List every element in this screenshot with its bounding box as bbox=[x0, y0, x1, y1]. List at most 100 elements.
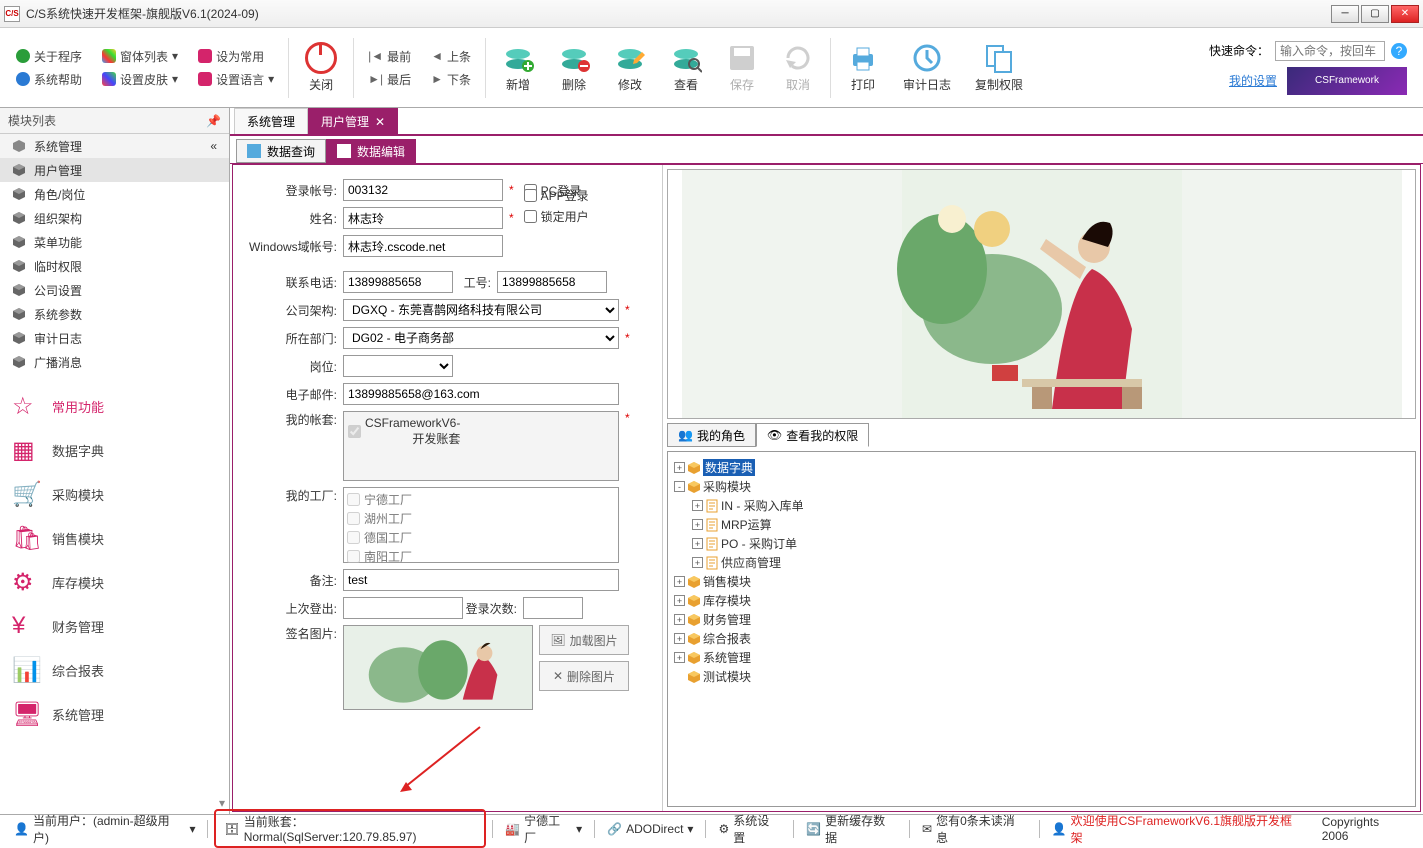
tab-sysmanage[interactable]: 系统管理 bbox=[234, 108, 308, 134]
status-syscfg[interactable]: ⚙ 系统设置 bbox=[712, 812, 787, 846]
delete-button[interactable]: 删除 bbox=[548, 38, 600, 97]
company-select[interactable]: DGXQ - 东莞喜鹊网络科技有限公司 bbox=[343, 299, 619, 321]
bignav-item[interactable]: 📊综合报表 bbox=[0, 648, 229, 692]
bignav-item[interactable]: ☆常用功能 bbox=[0, 384, 229, 428]
domain-input[interactable] bbox=[343, 235, 503, 257]
ribbon: 关于程序 系统帮助 窗体列表 ▾ 设置皮肤 ▾ 设为常用 设置语言 ▾ 关闭 |… bbox=[0, 28, 1423, 108]
mysettings-link[interactable]: 我的设置 bbox=[1229, 72, 1277, 89]
tree-node[interactable]: 测试模块 bbox=[674, 667, 1409, 686]
edit-button[interactable]: 修改 bbox=[604, 38, 656, 97]
name-input[interactable] bbox=[343, 207, 503, 229]
first-button[interactable]: |◄最前 bbox=[366, 46, 413, 67]
ck-lock[interactable]: 锁定用户 bbox=[524, 208, 624, 225]
bignav-item[interactable]: 🛍销售模块 bbox=[0, 516, 229, 560]
status-ado[interactable]: 🔗 ADODirect ▾ bbox=[601, 822, 699, 836]
status-user[interactable]: 👤 当前用户：(admin-超级用户) ▾ bbox=[8, 812, 201, 846]
about-button[interactable]: 关于程序 bbox=[14, 46, 84, 67]
close-action[interactable]: 关闭 bbox=[295, 38, 347, 97]
cancel-button[interactable]: 取消 bbox=[772, 38, 824, 97]
statusbar: 👤 当前用户：(admin-超级用户) ▾ 🗄 当前账套：Normal(SqlS… bbox=[0, 814, 1423, 842]
copyperm-button[interactable]: 复制权限 bbox=[965, 38, 1033, 97]
rtab-roles[interactable]: 👥 我的角色 bbox=[667, 423, 756, 447]
last-button[interactable]: ►|最后 bbox=[366, 69, 413, 90]
tree-node[interactable]: +IN - 采购入库单 bbox=[674, 496, 1409, 515]
status-msg[interactable]: ✉ 您有0条未读消息 bbox=[916, 812, 1033, 846]
subtab-query[interactable]: 数据查询 bbox=[236, 139, 326, 163]
syshelp-button[interactable]: 系统帮助 bbox=[14, 69, 84, 90]
quickcmd-input[interactable] bbox=[1275, 41, 1385, 61]
close-button[interactable]: ✕ bbox=[1391, 5, 1419, 23]
status-welcome: 👤 欢迎使用CSFrameworkV6.1旗舰版开发框架 bbox=[1046, 812, 1310, 846]
sidebar-item[interactable]: 公司设置 bbox=[0, 278, 229, 302]
tree-node[interactable]: -采购模块 bbox=[674, 477, 1409, 496]
subtab-edit[interactable]: 数据编辑 bbox=[326, 139, 416, 163]
maximize-button[interactable]: ▢ bbox=[1361, 5, 1389, 23]
big-photo bbox=[667, 169, 1416, 419]
pin-icon[interactable]: 📌 bbox=[206, 114, 221, 128]
sidebar-item[interactable]: 角色/岗位 bbox=[0, 182, 229, 206]
perm-tree[interactable]: +数据字典-采购模块+IN - 采购入库单+MRP运算+PO - 采购订单+供应… bbox=[667, 451, 1416, 807]
tree-node[interactable]: +数据字典 bbox=[674, 458, 1409, 477]
sidebar: 模块列表📌 系统管理« 用户管理角色/岗位组织架构菜单功能临时权限公司设置系统参… bbox=[0, 108, 230, 814]
bignav-item[interactable]: 🖥系统管理 bbox=[0, 692, 229, 736]
bignav-item[interactable]: ⚙库存模块 bbox=[0, 560, 229, 604]
app-icon: C/S bbox=[4, 6, 20, 22]
tree-node[interactable]: +销售模块 bbox=[674, 572, 1409, 591]
remark-input[interactable] bbox=[343, 569, 619, 591]
tree-node[interactable]: +MRP运算 bbox=[674, 515, 1409, 534]
tab-usermanage[interactable]: 用户管理✕ bbox=[308, 108, 398, 134]
lastlogin-input[interactable] bbox=[343, 597, 463, 619]
dept-select[interactable]: DG02 - 电子商务部 bbox=[343, 327, 619, 349]
help-icon[interactable]: ? bbox=[1391, 43, 1407, 59]
sidebar-item[interactable]: 组织架构 bbox=[0, 206, 229, 230]
status-factory[interactable]: 🏭 宁德工厂 ▾ bbox=[499, 812, 588, 846]
factory-list[interactable]: 宁德工厂 湖州工厂 德国工厂 南阳工厂 bbox=[343, 487, 619, 563]
bignav-item[interactable]: ¥财务管理 bbox=[0, 604, 229, 648]
setskin-button[interactable]: 设置皮肤 ▾ bbox=[100, 69, 180, 90]
rtab-perms[interactable]: 👁 查看我的权限 bbox=[756, 423, 869, 447]
main-tabs: 系统管理 用户管理✕ bbox=[230, 108, 1423, 136]
tree-node[interactable]: +库存模块 bbox=[674, 591, 1409, 610]
winlist-button[interactable]: 窗体列表 ▾ bbox=[100, 46, 180, 67]
bignav-item[interactable]: 🛒采购模块 bbox=[0, 472, 229, 516]
view-button[interactable]: 查看 bbox=[660, 38, 712, 97]
tree-node[interactable]: +供应商管理 bbox=[674, 553, 1409, 572]
audit-button[interactable]: 审计日志 bbox=[893, 38, 961, 97]
tab-close-icon[interactable]: ✕ bbox=[375, 115, 385, 129]
sidebar-item[interactable]: 菜单功能 bbox=[0, 230, 229, 254]
window-title: C/S系统快速开发框架-旗舰版V6.1(2024-09) bbox=[26, 5, 1329, 22]
pos-select[interactable] bbox=[343, 355, 453, 377]
tree-node[interactable]: +系统管理 bbox=[674, 648, 1409, 667]
print-button[interactable]: 打印 bbox=[837, 38, 889, 97]
sidebar-head[interactable]: 系统管理« bbox=[0, 134, 229, 158]
sidebar-item[interactable]: 系统参数 bbox=[0, 302, 229, 326]
setdefault-button[interactable]: 设为常用 bbox=[196, 46, 276, 67]
save-button[interactable]: 保存 bbox=[716, 38, 768, 97]
sidebar-item[interactable]: 临时权限 bbox=[0, 254, 229, 278]
setlang-button[interactable]: 设置语言 ▾ bbox=[196, 69, 276, 90]
minimize-button[interactable]: ─ bbox=[1331, 5, 1359, 23]
account-input[interactable] bbox=[343, 179, 503, 201]
add-button[interactable]: 新增 bbox=[492, 38, 544, 97]
tree-node[interactable]: +财务管理 bbox=[674, 610, 1409, 629]
tree-node[interactable]: +综合报表 bbox=[674, 629, 1409, 648]
next-button[interactable]: ►下条 bbox=[429, 69, 473, 90]
sidebar-item[interactable]: 广播消息 bbox=[0, 350, 229, 374]
tree-node[interactable]: +PO - 采购订单 bbox=[674, 534, 1409, 553]
logincount-input[interactable] bbox=[523, 597, 583, 619]
myset-list[interactable]: CSFrameworkV6-开发账套 bbox=[343, 411, 619, 481]
titlebar: C/S C/S系统快速开发框架-旗舰版V6.1(2024-09) ─ ▢ ✕ bbox=[0, 0, 1423, 28]
sidebar-item[interactable]: 审计日志 bbox=[0, 326, 229, 350]
workno-input[interactable] bbox=[497, 271, 607, 293]
email-input[interactable] bbox=[343, 383, 619, 405]
sub-tabs: 数据查询 数据编辑 bbox=[230, 136, 1423, 164]
status-dbset[interactable]: 🗄 当前账套：Normal(SqlServer:120.79.85.97) bbox=[214, 809, 486, 848]
load-photo-button[interactable]: 🖼 加载图片 bbox=[539, 625, 629, 655]
del-photo-button[interactable]: ✕ 删除图片 bbox=[539, 661, 629, 691]
ck-app[interactable]: APP登录 bbox=[524, 187, 624, 204]
tel-input[interactable] bbox=[343, 271, 453, 293]
sidebar-item[interactable]: 用户管理 bbox=[0, 158, 229, 182]
prev-button[interactable]: ◄上条 bbox=[429, 46, 473, 67]
status-refresh[interactable]: 🔄 更新缓存数据 bbox=[800, 812, 903, 846]
bignav-item[interactable]: ▦数据字典 bbox=[0, 428, 229, 472]
